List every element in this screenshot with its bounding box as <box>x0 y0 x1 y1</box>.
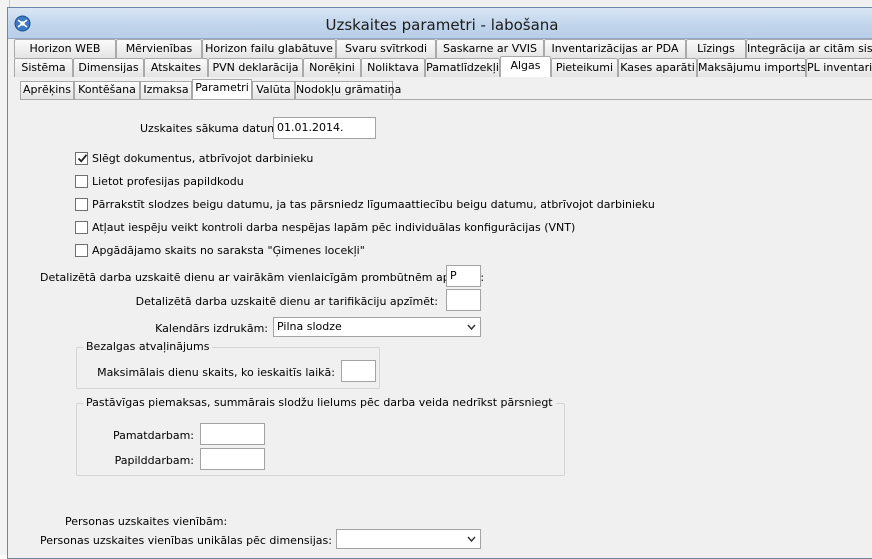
window-title: Uzskaites parametri - labošana <box>325 16 559 34</box>
tab-horizon-failu-glabātuve[interactable]: Horizon failu glabātuve <box>202 39 336 58</box>
person-units-title: Personas uzskaites vienībām: <box>65 515 228 528</box>
subtab-izmaksa[interactable]: Izmaksa <box>140 81 192 99</box>
dialog-window: Uzskaites parametri - labošana Horizon W… <box>7 7 872 559</box>
tab-horizon-web[interactable]: Horizon WEB <box>14 39 116 58</box>
checkbox-label: Pārrakstīt slodzes beigu datumu, ja tas … <box>92 198 655 211</box>
permanent-allowances-group-title: Pastāvīgas piemaksas, summārais slodžu l… <box>83 396 556 409</box>
tab-atskaites[interactable]: Atskaites <box>144 58 208 77</box>
unpaid-leave-group: Bezalgas atvaļinājums Maksimālais dienu … <box>76 340 380 389</box>
tab-sistēma[interactable]: Sistēma <box>14 58 73 77</box>
tab-mērvienības[interactable]: Mērvienības <box>116 39 202 58</box>
tab-pamatlīdzekļi[interactable]: Pamatlīdzekļi <box>425 58 500 77</box>
check-icon <box>77 154 88 163</box>
start-date-input[interactable]: 01.01.2014. <box>273 117 376 139</box>
main-job-input[interactable] <box>200 423 265 445</box>
person-units-select[interactable] <box>336 529 481 549</box>
detail-absence-label: Detalizētā darba uzskaitē dienu ar vairā… <box>40 271 485 284</box>
max-days-input[interactable] <box>341 360 376 382</box>
title-bar[interactable]: Uzskaites parametri - labošana <box>8 8 872 39</box>
subtab-aprēķins[interactable]: Aprēķins <box>20 81 74 99</box>
chevron-down-icon <box>467 536 476 543</box>
tab-pieteikumi[interactable]: Pieteikumi <box>551 58 618 77</box>
detail-tariff-input[interactable] <box>446 289 481 311</box>
chevron-down-icon <box>467 324 476 331</box>
start-date-label: Uzskaites sākuma datums: <box>140 122 288 135</box>
permanent-allowances-group: Pastāvīgas piemaksas, summārais slodžu l… <box>76 396 565 476</box>
parameters-panel: Uzskaites sākuma datums: 01.01.2014. Slē… <box>20 99 872 558</box>
tab-svaru-svītrkodi[interactable]: Svaru svītrkodi <box>336 39 436 58</box>
checkbox-label: Lietot profesijas papildkodu <box>92 175 244 188</box>
tab-kases-aparāti[interactable]: Kases aparāti <box>618 58 697 77</box>
checkbox-label: Apgādājamo skaits no saraksta "Ģimenes l… <box>92 244 365 257</box>
tab-inventarizācijas-ar-pda[interactable]: Inventarizācijas ar PDA <box>544 39 686 58</box>
max-days-label: Maksimālais dienu skaits, ko ieskaitīs l… <box>97 366 335 379</box>
main-job-label: Pamatdarbam: <box>112 429 194 442</box>
tab-maksājumu-imports[interactable]: Maksājumu imports <box>697 58 806 77</box>
unpaid-leave-group-title: Bezalgas atvaļinājums <box>83 340 213 353</box>
extra-job-label: Papilddarbam: <box>114 454 194 467</box>
tab-noliktava[interactable]: Noliktava <box>361 58 425 77</box>
tab-integrācija-ar-citām-sistēmām[interactable]: Integrācija ar citām sistēmām <box>746 39 872 58</box>
tab-pl-inventarizācija[interactable]: PL inventarizācija <box>806 58 872 77</box>
detail-tariff-label: Detalizētā darba uzskaitē dienu ar tarif… <box>135 295 438 308</box>
detail-absence-input[interactable]: P <box>446 265 481 287</box>
checkbox-label: Slēgt dokumentus, atbrīvojot darbinieku <box>92 152 314 165</box>
tab-pvn-deklarācija[interactable]: PVN deklarācija <box>208 58 303 77</box>
checkbox-box[interactable] <box>75 198 88 211</box>
subtab-nodokļu-grāmatiņa[interactable]: Nodokļu grāmatiņa <box>295 81 401 99</box>
calendar-select-value: Pilna slodze <box>277 320 342 333</box>
tab-līzings[interactable]: Līzings <box>686 39 746 58</box>
person-units-label: Personas uzskaites vienības unikālas pēc… <box>40 534 332 547</box>
checkbox-box[interactable] <box>75 175 88 188</box>
subtab-kontēšana[interactable]: Kontēšana <box>74 81 140 99</box>
tab-algas[interactable]: Algas <box>500 56 551 77</box>
subtab-parametri[interactable]: Parametri <box>192 79 252 99</box>
calendar-label: Kalendārs izdrukām: <box>155 322 268 335</box>
checkbox-box[interactable] <box>75 152 88 165</box>
tab-norēķini[interactable]: Norēķini <box>303 58 361 77</box>
subtab-valūta[interactable]: Valūta <box>252 81 295 99</box>
extra-job-input[interactable] <box>200 448 265 470</box>
checkbox-box[interactable] <box>75 221 88 234</box>
checkbox-label: Atļaut iespēju veikt kontroli darba nesp… <box>92 221 576 234</box>
tab-dimensijas[interactable]: Dimensijas <box>73 58 144 77</box>
calendar-select[interactable]: Pilna slodze <box>273 317 481 337</box>
checkbox-box[interactable] <box>75 244 88 257</box>
